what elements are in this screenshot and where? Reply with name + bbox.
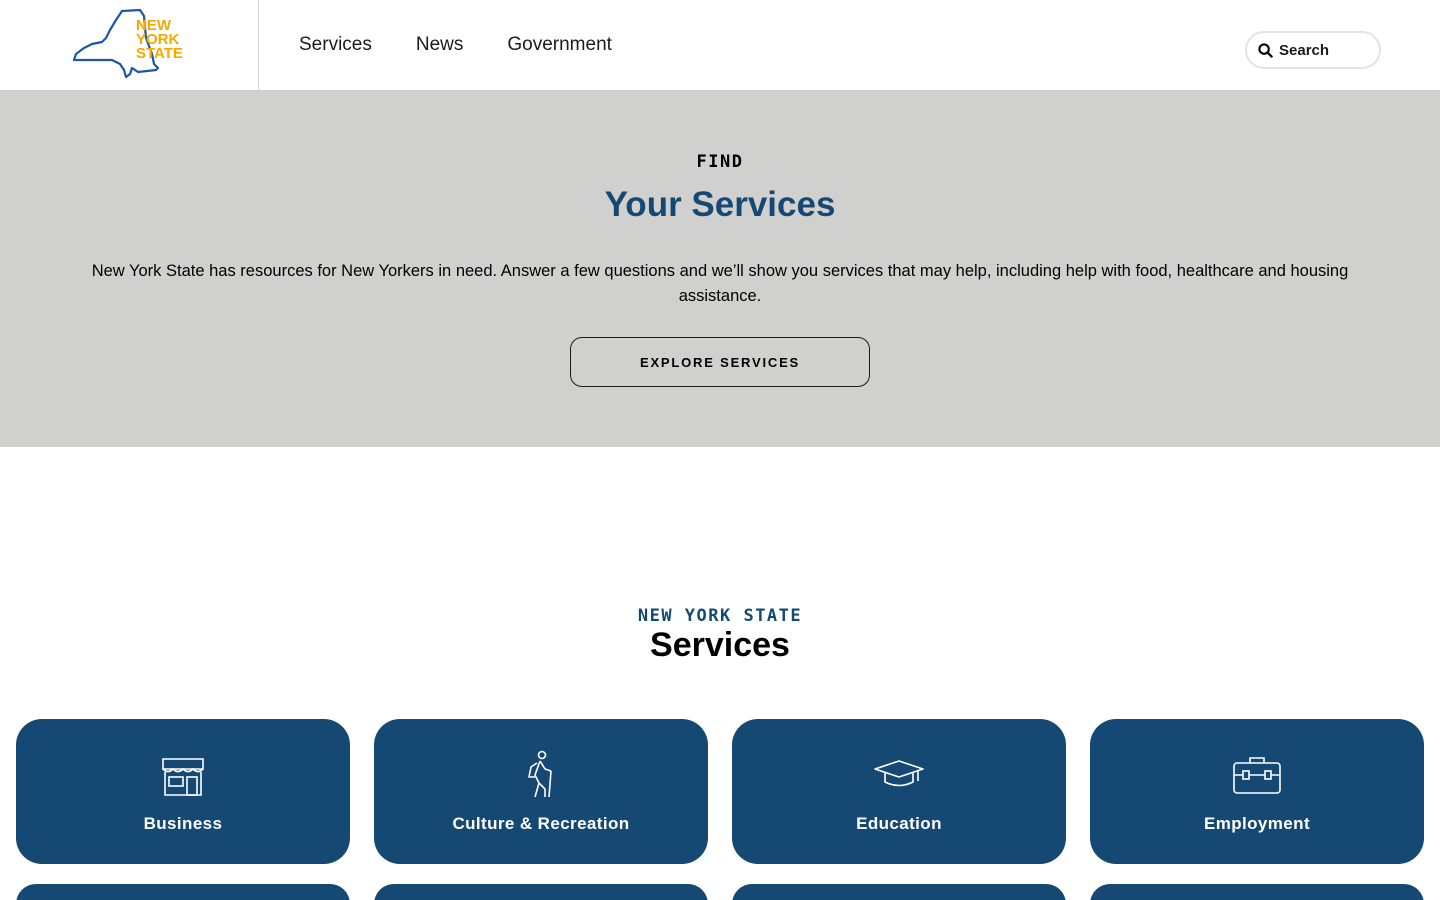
service-card[interactable] (1090, 884, 1424, 900)
hero-eyebrow: FIND (696, 152, 744, 172)
service-card-education[interactable]: Education (732, 719, 1066, 864)
graduation-cap-icon (874, 760, 924, 787)
svg-text:STATE: STATE (136, 45, 183, 62)
nav-news[interactable]: News (416, 34, 464, 56)
services-eyebrow: NEW YORK STATE (637, 606, 803, 626)
storefront-icon (162, 758, 204, 796)
service-card-label: Employment (1203, 814, 1311, 833)
find-services-hero: FIND Your Services New York State has re… (0, 91, 1440, 447)
search-button[interactable]: Search (1245, 31, 1381, 69)
explore-services-button[interactable]: EXPLORE SERVICES (570, 337, 870, 387)
service-card[interactable] (374, 884, 708, 900)
nav-services[interactable]: Services (299, 34, 372, 56)
service-card-employment[interactable]: Employment (1090, 719, 1424, 864)
service-card-label: Business (143, 814, 223, 833)
main-nav: Services News Government (299, 34, 656, 56)
hero-description: New York State has resources for New Yor… (91, 262, 1349, 305)
service-card[interactable] (732, 884, 1066, 900)
service-card-label: Education (856, 814, 942, 833)
nys-logo[interactable]: NEW YORK STATE (72, 8, 188, 80)
site-header: NEW YORK STATE Services News Government … (0, 0, 1440, 91)
service-card[interactable] (16, 884, 350, 900)
search-icon (1258, 42, 1273, 58)
service-card-label: Culture & Recreation (452, 814, 630, 833)
service-card-culture-recreation[interactable]: Culture & Recreation (374, 719, 708, 864)
ny-state-outline-icon: NEW YORK STATE (72, 8, 183, 79)
briefcase-icon (1233, 757, 1281, 794)
search-label: Search (1279, 41, 1330, 59)
service-card-business[interactable]: Business (16, 719, 350, 864)
hero-title: Your Services (604, 185, 836, 224)
nav-government[interactable]: Government (507, 34, 612, 56)
services-title: Services (650, 626, 790, 664)
logo-container: NEW YORK STATE (0, 0, 259, 90)
hiker-icon (528, 750, 552, 798)
